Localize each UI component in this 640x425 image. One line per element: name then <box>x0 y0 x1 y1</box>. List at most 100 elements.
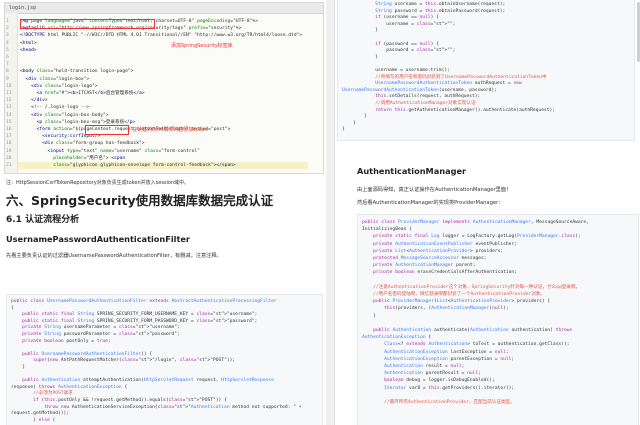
filter-code-continued: String username = this.obtainUsername(re… <box>337 0 635 141</box>
line-number: 3 <box>6 33 9 39</box>
code-line: } <box>342 54 378 60</box>
jsp-code-line: <div class="login-logo"> <box>31 83 98 89</box>
code-line: public Authentication attemptAuthenticat… <box>22 378 274 384</box>
code-line: public ProviderManager(List<Authenticati… <box>373 299 551 305</box>
code-line: private boolean postOnly = true; <box>22 338 111 344</box>
auth-manager-heading: AuthenticationManager <box>357 166 467 176</box>
code-line: //循环所有AuthenticationProvider，匹配当前认证类型。 <box>384 400 515 405</box>
page-gutter <box>326 0 334 425</box>
jsp-code-line: <!DOCTYPE html PUBLIC "-//W3C//DTD HTML … <box>20 33 303 39</box>
code-line: //注意AuthenticationProvider这个对象，SpringSec… <box>373 284 581 290</box>
code-line: AuthenticationException { <box>362 335 432 341</box>
code-line: Iterator var8 = this.getProviders().iter… <box>384 385 515 391</box>
code-line: private String passwordParameter = class… <box>22 332 180 337</box>
jsp-code-line: <div class="login-box"> <box>25 76 90 82</box>
line-number: 6 <box>6 55 9 60</box>
code-line: AuthenticationException parentException … <box>384 356 515 362</box>
jsp-code-line: <input type="text" name="username" class… <box>47 148 200 154</box>
code-line: String username = this.obtainUsername(re… <box>375 2 506 7</box>
code-line: boolean debug = logger.isDebugEnabled(); <box>384 378 495 384</box>
line-number: 8 <box>6 69 9 75</box>
code-line: this(providers, (AuthenticationManager)n… <box>384 306 509 312</box>
code-line: if (username == null) { <box>375 15 439 21</box>
line-number: 10 <box>6 83 12 89</box>
jsp-code-line: <html> <box>20 40 37 46</box>
code-line: return this.getAuthenticationManager().a… <box>375 107 556 113</box>
code-line: private static final Log logger = LogFac… <box>373 234 581 240</box>
section-heading: 六、SpringSecurity使用数据库数据完成认证 <box>6 193 274 208</box>
jsp-code-line: <div class="form-group has-feedback"> <box>42 141 145 147</box>
csrf-highlight-box <box>85 125 129 135</box>
code-line: this.setDetails(request, authRequest); <box>375 94 481 100</box>
code-line: private AuthenticationManager parent; <box>373 263 476 269</box>
code-line: public class ProviderManager implements … <box>362 220 589 225</box>
csrf-note: 注：HttpSessionCsrfTokenRepository对象负责生成to… <box>6 180 190 186</box>
right-page: String username = this.obtainUsername(re… <box>334 0 640 425</box>
code-line: password = class="st">""; <box>342 48 456 54</box>
subsection-heading: 6.1 认证流程分析 <box>6 215 80 225</box>
line-number: 9 <box>6 76 9 82</box>
line-number: 15 <box>6 119 12 125</box>
code-line: public static final String SPRING_SECURI… <box>22 312 258 318</box>
code-line: } <box>342 127 345 133</box>
left-page: login.jsp <%@ page language="java" conte… <box>0 0 326 425</box>
code-line: private AuthenticationEventPublisher eve… <box>373 241 517 247</box>
line-number: 16 <box>6 127 12 132</box>
code-line: } else { <box>11 417 56 423</box>
taglib-highlight-box <box>20 19 155 29</box>
code-line: } <box>342 28 378 34</box>
code-line: } <box>362 313 376 319</box>
line-number: 4 <box>6 40 9 46</box>
code-line: username = username.trim(); <box>342 68 450 73</box>
jsp-code-line: <div class="login-box-body"> <box>31 112 109 118</box>
line-number: 11 <box>6 91 12 96</box>
code-line: UsernamePasswordAuthenticationToken auth… <box>375 81 522 87</box>
line-number: 7 <box>6 62 9 68</box>
auth-manager-para1: 由上面源码得知，真正认证操作在AuthenticationManager里面！ <box>357 187 512 193</box>
code-line: Authentication parentResult = null; <box>384 371 481 377</box>
line-number: 1 <box>6 19 9 24</box>
code-line: //调用AuthenticationManager对象实现认证 <box>375 101 476 106</box>
code-line: private String usernameParameter = class… <box>22 325 180 331</box>
code-line: } <box>342 114 367 120</box>
taglib-annotation: 添加SpringSecurity标签库 <box>171 43 233 49</box>
code-line: super(new AntPathRequestMatcher(class="s… <box>33 358 236 364</box>
code-line: //必须为POST请求 <box>33 391 73 397</box>
jsp-screenshot: login.jsp <%@ page language="java" conte… <box>4 2 324 174</box>
code-line: if (this.postOnly && !request.getMethod(… <box>33 398 227 403</box>
line-number: 5 <box>6 47 9 53</box>
line-number: 2 <box>6 26 9 32</box>
editor-tab[interactable]: login.jsp <box>5 3 323 14</box>
jsp-code-line: placeholder="用户名"> <span <box>53 155 126 161</box>
jsp-code-line: </div> <box>31 98 48 104</box>
line-number: 20 <box>6 155 12 161</box>
line-number: 18 <box>6 141 12 147</box>
jsp-code-line: <head> <box>20 47 37 53</box>
jsp-code-line: <a href="#"><b>ITCAST</b>后台管理系统</a> <box>36 91 145 96</box>
line-number: 13 <box>6 105 12 111</box>
line-number: 19 <box>6 148 12 154</box>
auth-manager-para2: 然后看AuthenticationManager的实现类ProviderMana… <box>357 200 504 206</box>
code-line: } <box>11 365 25 370</box>
jsp-code-line: <body class="hold-transition login-page"… <box>20 69 134 75</box>
line-number: 21 <box>6 163 12 168</box>
code-line: public Authentication authenticate(Authe… <box>373 328 573 333</box>
code-line: private boolean eraseCredentialsAfterAut… <box>373 270 517 276</box>
code-line: public class UsernamePasswordAuthenticat… <box>11 299 277 304</box>
provider-manager-code-block: public class ProviderManager implements … <box>357 214 639 425</box>
code-line: //用户名密码登陆啊，微信登录啊都封装了一个AuthenticationProv… <box>373 292 546 297</box>
code-line: AuthenticationException lastException = … <box>384 349 509 355</box>
code-line: Authentication result = null; <box>384 364 465 369</box>
jsp-code-line: class="glyphicon glyphicon-envelope form… <box>53 163 236 168</box>
code-line: private List<AuthenticationProvider> pro… <box>373 248 504 254</box>
csrf-annotation: 在认证的form表单内容添加token <box>132 127 208 133</box>
code-line: Class<? extends Authentication> toTest =… <box>384 342 570 348</box>
line-number: 17 <box>6 134 12 140</box>
line-number: 12 <box>6 98 12 104</box>
filter-intro: 先看主要负责认证的过滤器UsernamePasswordAuthenticati… <box>6 253 222 259</box>
code-line: InitializingBean { <box>362 227 412 233</box>
filter-code-block: public class UsernamePasswordAuthenticat… <box>6 294 323 425</box>
filter-heading: UsernamePasswordAuthenticationFilter <box>6 234 190 244</box>
code-line: protected MessageSourceAccessor messages… <box>373 256 487 261</box>
jsp-code-line: <!-- /.login-logo --> <box>31 105 90 111</box>
